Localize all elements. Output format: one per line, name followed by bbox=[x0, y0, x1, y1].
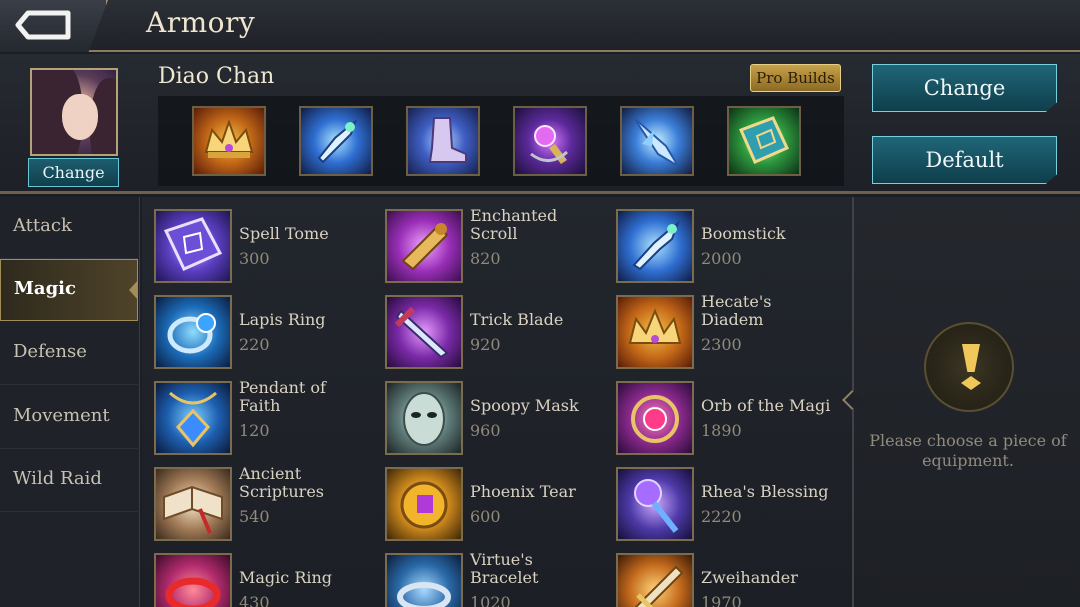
item-name: Spell Tome bbox=[239, 224, 329, 243]
back-button[interactable] bbox=[0, 0, 108, 52]
hero-name: Diao Chan bbox=[158, 64, 275, 89]
mask-icon bbox=[385, 381, 463, 455]
item-grid: Spell Tome 300 Enchanted Scroll 820 Boom… bbox=[142, 197, 852, 607]
book-icon bbox=[154, 467, 232, 541]
default-build-button[interactable]: Default bbox=[872, 136, 1057, 184]
detail-hint: Please choose a piece of equipment. bbox=[869, 431, 1067, 470]
build-slot-2[interactable] bbox=[299, 106, 373, 176]
category-wild-raid[interactable]: Wild Raid bbox=[0, 450, 138, 512]
item-name: Lapis Ring bbox=[239, 310, 326, 329]
item-name: Phoenix Tear bbox=[470, 482, 576, 501]
top-header: Armory bbox=[0, 0, 1080, 52]
item-price: 1970 bbox=[701, 593, 742, 607]
item-name: Rhea's Blessing bbox=[701, 482, 829, 501]
item-price: 300 bbox=[239, 249, 270, 268]
item-name: Trick Blade bbox=[470, 310, 564, 329]
spear-icon bbox=[633, 117, 679, 167]
build-slot-4[interactable] bbox=[513, 106, 587, 176]
item-name: Virtue's Bracelet bbox=[470, 550, 539, 587]
item-price: 920 bbox=[470, 335, 501, 354]
item-price: 820 bbox=[470, 249, 501, 268]
item-price: 600 bbox=[470, 507, 501, 526]
item-phoenix-tear[interactable]: Phoenix Tear 600 bbox=[373, 455, 598, 541]
item-enchanted-scroll[interactable]: Enchanted Scroll 820 bbox=[373, 197, 598, 283]
item-price: 540 bbox=[239, 507, 270, 526]
back-arrow-icon bbox=[15, 10, 71, 40]
item-price: 960 bbox=[470, 421, 501, 440]
item-name: Enchanted Scroll bbox=[470, 206, 558, 243]
item-hecates-diadem[interactable]: Hecate's Diadem 2300 bbox=[604, 283, 829, 369]
bracelet-icon bbox=[385, 553, 463, 607]
selected-arrow-icon bbox=[129, 280, 138, 300]
blade-icon bbox=[385, 295, 463, 369]
item-boomstick[interactable]: Boomstick 2000 bbox=[604, 197, 829, 283]
item-price: 2220 bbox=[701, 507, 742, 526]
category-movement[interactable]: Movement bbox=[0, 387, 138, 449]
boomstick-icon bbox=[616, 209, 694, 283]
sword-icon bbox=[616, 553, 694, 607]
build-slot-1[interactable] bbox=[192, 106, 266, 176]
item-price: 2000 bbox=[701, 249, 742, 268]
diadem-icon bbox=[204, 118, 254, 158]
category-defense[interactable]: Defense bbox=[0, 323, 138, 385]
item-name: Orb of the Magi bbox=[701, 396, 831, 415]
item-spoopy-mask[interactable]: Spoopy Mask 960 bbox=[373, 369, 598, 455]
change-build-button[interactable]: Change bbox=[872, 64, 1057, 112]
item-pendant-of-faith[interactable]: Pendant of Faith 120 bbox=[142, 369, 367, 455]
item-lapis-ring[interactable]: Lapis Ring 220 bbox=[142, 283, 367, 369]
pendant-icon bbox=[154, 381, 232, 455]
page-title: Armory bbox=[146, 6, 256, 39]
build-slot-6[interactable] bbox=[727, 106, 801, 176]
item-name: Hecate's Diadem bbox=[701, 292, 772, 329]
build-slot-5[interactable] bbox=[620, 106, 694, 176]
item-price: 430 bbox=[239, 593, 270, 607]
item-magic-ring[interactable]: Magic Ring 430 bbox=[142, 541, 367, 607]
item-name: Boomstick bbox=[701, 224, 786, 243]
phoenix-tear-icon bbox=[385, 467, 463, 541]
item-price: 220 bbox=[239, 335, 270, 354]
orb-icon bbox=[616, 381, 694, 455]
item-name: Magic Ring bbox=[239, 568, 333, 587]
ring-icon bbox=[154, 295, 232, 369]
category-magic[interactable]: Magic bbox=[0, 259, 138, 321]
category-label: Magic bbox=[14, 278, 76, 299]
build-slot-3[interactable] bbox=[406, 106, 480, 176]
category-sidebar: Attack Magic Defense Movement Wild Raid bbox=[0, 197, 140, 607]
item-price: 120 bbox=[239, 421, 270, 440]
pro-builds-button[interactable]: Pro Builds bbox=[750, 64, 841, 92]
item-trick-blade[interactable]: Trick Blade 920 bbox=[373, 283, 598, 369]
staff-icon bbox=[616, 467, 694, 541]
item-detail-panel: Please choose a piece of equipment. bbox=[842, 197, 1080, 607]
item-name: Ancient Scriptures bbox=[239, 464, 324, 501]
scroll-icon bbox=[385, 209, 463, 283]
boots-icon bbox=[428, 117, 467, 163]
item-ancient-scriptures[interactable]: Ancient Scriptures 540 bbox=[142, 455, 367, 541]
item-price: 1890 bbox=[701, 421, 742, 440]
item-name: Zweihander bbox=[701, 568, 798, 587]
diadem-icon bbox=[616, 295, 694, 369]
item-spell-tome[interactable]: Spell Tome 300 bbox=[142, 197, 367, 283]
item-virtues-bracelet[interactable]: Virtue's Bracelet 1020 bbox=[373, 541, 598, 607]
item-price: 1020 bbox=[470, 593, 511, 607]
magic-ring-icon bbox=[154, 553, 232, 607]
hero-build-panel: Change Diao Chan Pro Builds Change Defau… bbox=[0, 54, 1080, 194]
item-zweihander[interactable]: Zweihander 1970 bbox=[604, 541, 829, 607]
boomstick-icon bbox=[317, 119, 357, 164]
amulet-icon bbox=[530, 125, 568, 164]
change-hero-button[interactable]: Change bbox=[28, 158, 119, 187]
category-attack[interactable]: Attack bbox=[0, 197, 138, 259]
spell-tome-icon bbox=[738, 116, 790, 164]
hero-portrait[interactable] bbox=[30, 68, 118, 156]
exclamation-icon bbox=[924, 322, 1014, 412]
build-slots bbox=[158, 96, 844, 186]
item-rheas-blessing[interactable]: Rhea's Blessing 2220 bbox=[604, 455, 829, 541]
item-orb-of-the-magi[interactable]: Orb of the Magi 1890 bbox=[604, 369, 831, 455]
spell-tome-icon bbox=[154, 209, 232, 283]
item-name: Pendant of Faith bbox=[239, 378, 326, 415]
item-name: Spoopy Mask bbox=[470, 396, 579, 415]
item-price: 2300 bbox=[701, 335, 742, 354]
